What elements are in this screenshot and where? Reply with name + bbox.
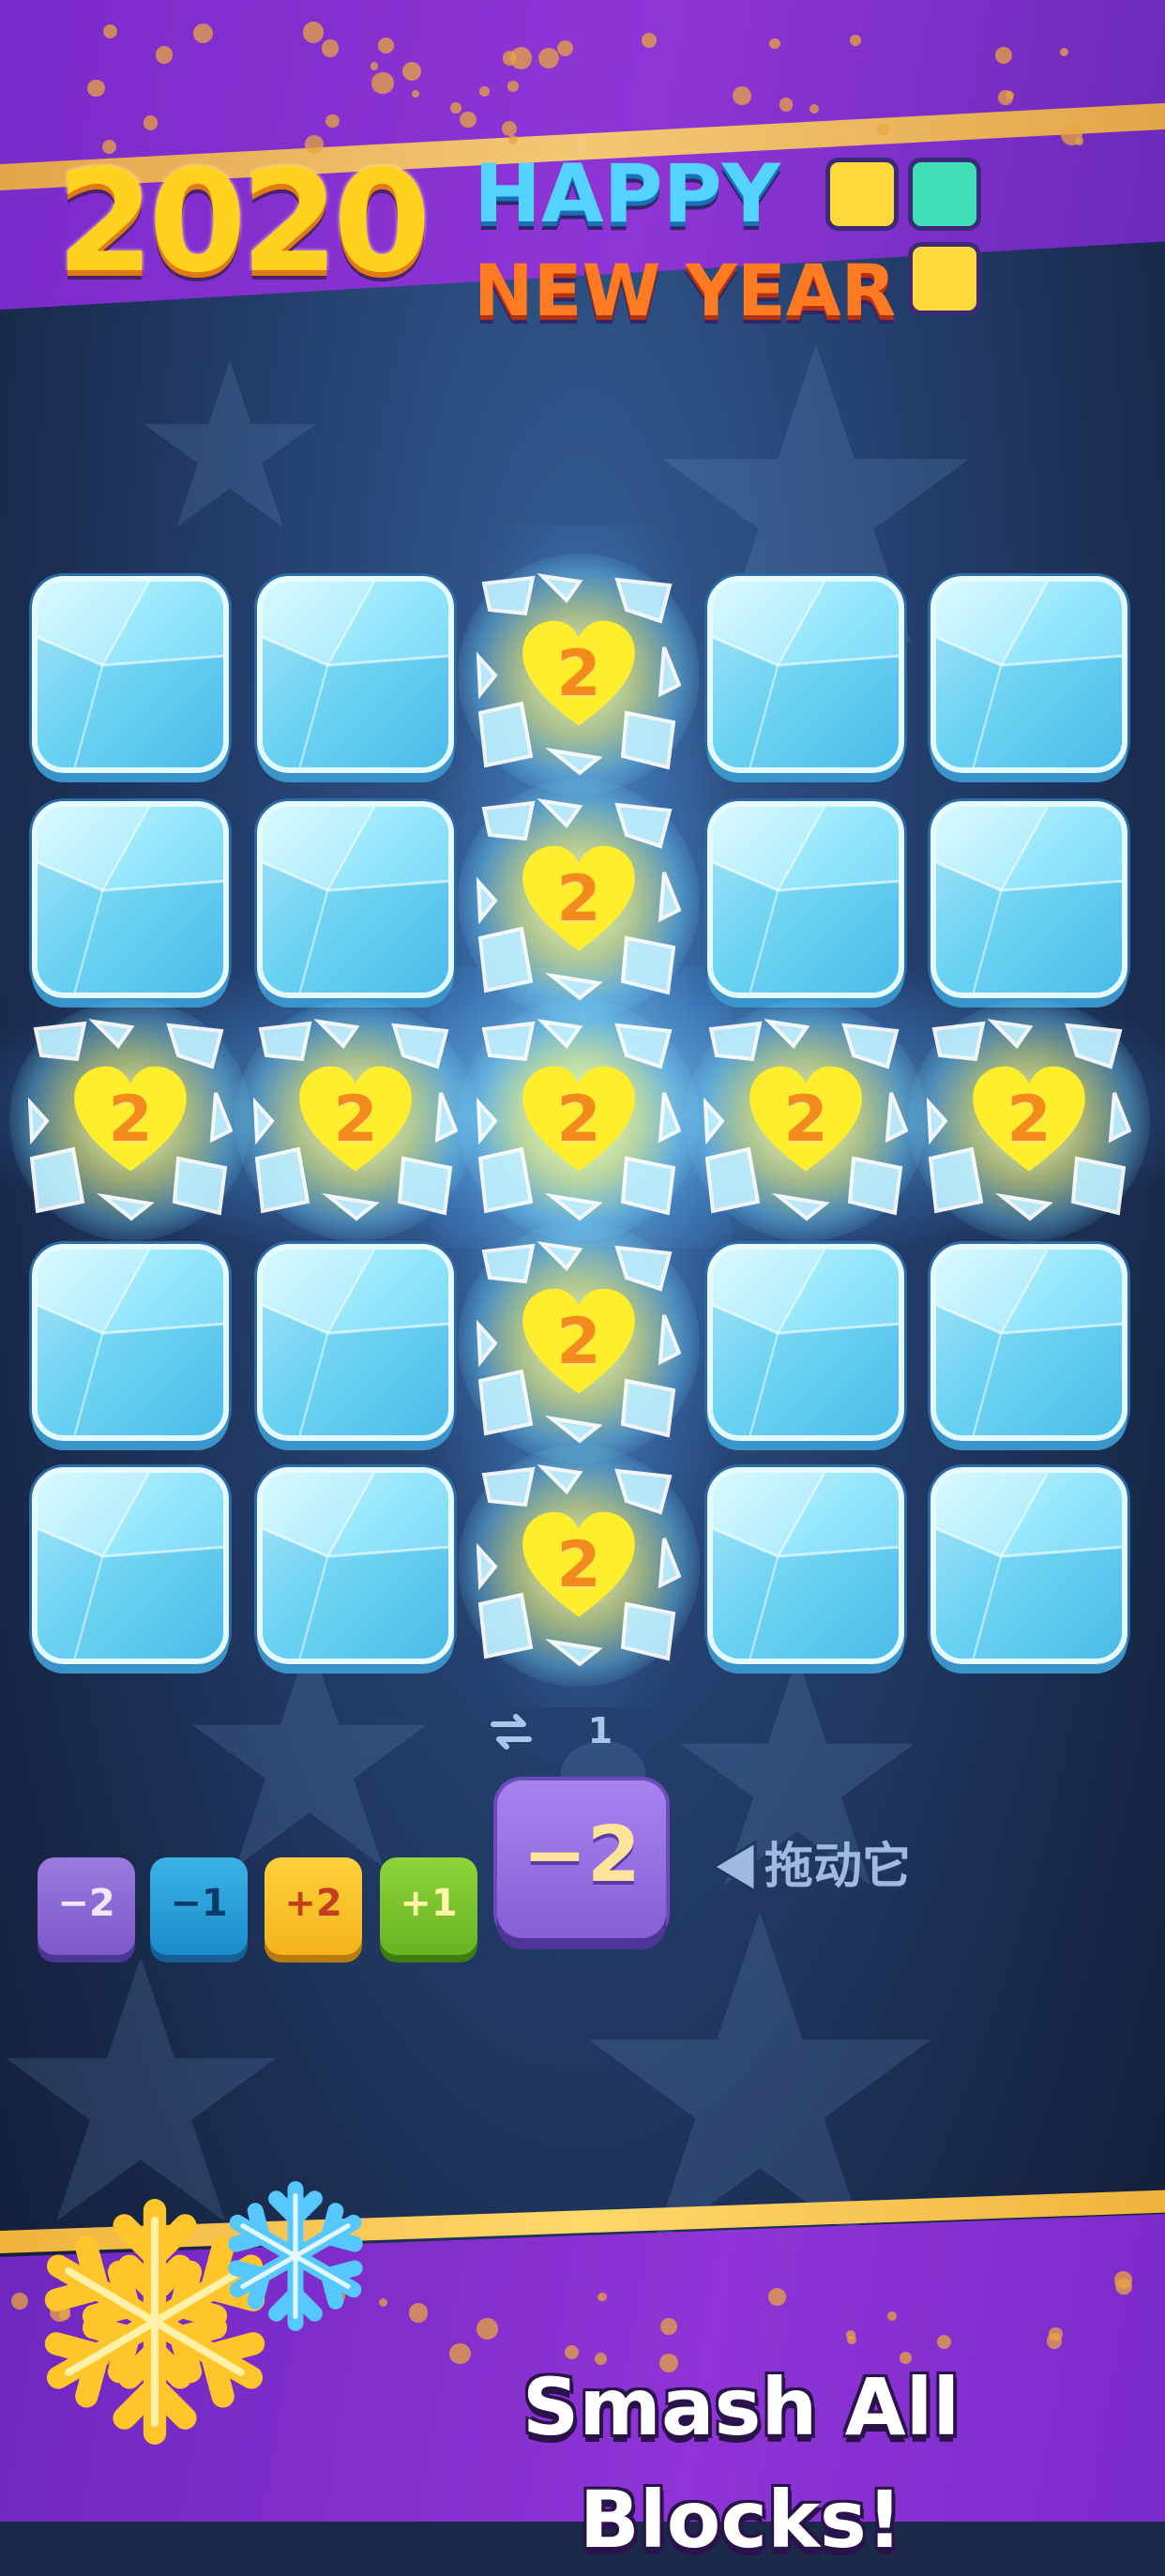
broken-block[interactable]: 2 <box>9 999 251 1241</box>
confetti-dot <box>642 33 657 48</box>
star-decoration <box>144 359 316 528</box>
block-value: 2 <box>556 1083 601 1157</box>
confetti-dot <box>408 2302 429 2323</box>
ice-block-face <box>257 1244 454 1441</box>
ice-block[interactable] <box>28 1463 233 1668</box>
ice-block-face <box>32 801 229 998</box>
ice-block[interactable] <box>927 572 1131 777</box>
block-value: 2 <box>333 1083 378 1157</box>
ice-block[interactable] <box>253 572 458 777</box>
broken-block[interactable]: 2 <box>458 1221 700 1463</box>
confetti-dot <box>768 38 780 50</box>
confetti-dot <box>370 62 379 70</box>
ice-block[interactable] <box>927 1240 1131 1445</box>
block-value: 2 <box>556 1305 601 1379</box>
confetti-dot <box>507 80 519 92</box>
broken-block[interactable]: 2 <box>458 1445 700 1687</box>
broken-block[interactable]: 2 <box>908 999 1150 1241</box>
confetti-dot <box>378 37 394 53</box>
ice-block[interactable] <box>28 797 233 1002</box>
block-value: 2 <box>556 1528 601 1602</box>
confetti-dot <box>998 90 1013 105</box>
swap-count: 1 <box>587 1710 613 1751</box>
broken-block[interactable]: 2 <box>458 553 700 796</box>
piece-minus-1[interactable]: −1 <box>150 1857 248 1955</box>
active-piece[interactable]: −2 <box>497 1780 666 1938</box>
ice-block-face <box>32 1244 229 1441</box>
ice-block-face <box>707 1467 904 1664</box>
broken-block[interactable]: 2 <box>458 779 700 1021</box>
confetti-dot <box>155 46 174 64</box>
drag-hint: 拖动它 <box>764 1839 912 1895</box>
ice-block[interactable] <box>28 1240 233 1445</box>
confetti-dot <box>779 98 794 112</box>
snowflake-blue-icon <box>216 2181 375 2336</box>
confetti-dot <box>1113 2270 1132 2289</box>
ice-block[interactable] <box>704 572 908 777</box>
ice-block-face <box>930 576 1127 773</box>
ice-block[interactable] <box>253 1240 458 1445</box>
left-arrow-icon <box>711 1840 757 1894</box>
confetti-dot <box>479 85 491 97</box>
confetti-dot <box>460 111 477 129</box>
confetti-dot <box>477 2317 499 2340</box>
confetti-dot <box>321 39 340 57</box>
ice-block-face <box>707 576 904 773</box>
star-decoration <box>192 1637 427 1867</box>
broken-block[interactable]: 2 <box>685 999 927 1241</box>
ice-block[interactable] <box>253 797 458 1002</box>
ice-block-face <box>930 1467 1127 1664</box>
ice-block[interactable] <box>704 1240 908 1445</box>
block-value: 2 <box>556 862 601 936</box>
ice-block-face <box>930 1244 1127 1441</box>
block-value: 2 <box>1006 1083 1052 1157</box>
broken-block[interactable]: 2 <box>235 999 477 1241</box>
confetti-dot <box>371 71 394 95</box>
logo-square <box>908 158 981 231</box>
ice-block[interactable] <box>253 1463 458 1668</box>
ice-block-face <box>32 576 229 773</box>
ice-block-face <box>257 576 454 773</box>
block-value: 2 <box>556 637 601 711</box>
broken-block[interactable]: 2 <box>458 999 700 1241</box>
confetti-dot <box>302 22 324 43</box>
ice-block-face <box>257 801 454 998</box>
confetti-dot <box>325 114 340 129</box>
ice-block[interactable] <box>28 572 233 777</box>
confetti-dot <box>846 2330 855 2340</box>
ice-block-face <box>707 801 904 998</box>
piece-plus-1[interactable]: +1 <box>380 1857 477 1955</box>
confetti-dot <box>886 2311 897 2322</box>
confetti-dot <box>507 135 518 145</box>
confetti-dot <box>87 79 105 98</box>
title-new-year: NEW YEAR <box>474 249 897 332</box>
confetti-dot <box>192 23 214 44</box>
ice-block-face <box>32 1467 229 1664</box>
confetti-dot <box>143 115 159 130</box>
block-value: 2 <box>108 1083 153 1157</box>
ice-block[interactable] <box>704 1463 908 1668</box>
ice-block-face <box>707 1244 904 1441</box>
ice-block-face <box>930 801 1127 998</box>
confetti-dot <box>450 102 461 114</box>
confetti-dot <box>659 2318 677 2335</box>
ice-block[interactable] <box>704 797 908 1002</box>
confetti-dot <box>378 2297 387 2307</box>
swap-arrows-icon[interactable] <box>488 1713 535 1750</box>
logo-square <box>908 242 981 315</box>
title-happy: HAPPY <box>474 147 780 241</box>
slogan: Smash All Blocks! <box>522 2361 961 2566</box>
logo-square <box>825 158 899 231</box>
piece-minus-2[interactable]: −2 <box>38 1857 135 1955</box>
ice-block-face <box>257 1467 454 1664</box>
ice-block[interactable] <box>927 797 1131 1002</box>
confetti-dot <box>877 123 889 135</box>
confetti-dot <box>502 51 518 66</box>
confetti-dot <box>733 86 752 106</box>
title-year: 2020 <box>56 141 431 304</box>
piece-plus-2[interactable]: +2 <box>265 1857 362 1955</box>
ice-block[interactable] <box>927 1463 1131 1668</box>
block-value: 2 <box>783 1083 828 1157</box>
